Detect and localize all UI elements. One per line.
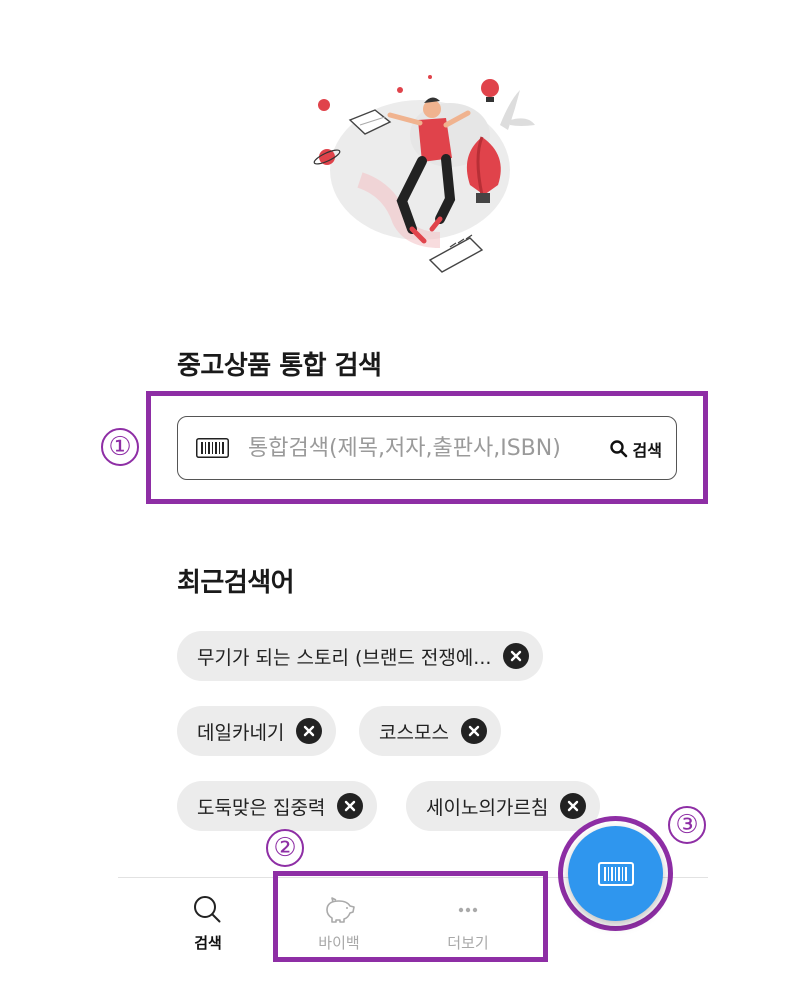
recent-search-chip[interactable]: 코스모스 [359, 706, 501, 756]
annotation-marker-3: ③ [668, 806, 706, 844]
search-section-title: 중고상품 통합 검색 [177, 351, 382, 381]
recent-search-chip[interactable]: 도둑맞은 집중력 [177, 781, 378, 831]
close-icon[interactable] [560, 793, 587, 819]
annotation-box-2 [273, 871, 548, 962]
chip-label: 데일카네기 [197, 721, 285, 744]
hero-illustration [313, 75, 535, 273]
chip-label: 세이노의가르침 [426, 796, 549, 819]
barcode-scan-fab[interactable] [568, 826, 663, 921]
annotation-marker-2: ② [266, 829, 304, 867]
chip-label: 무기가 되는 스토리 (브랜드 전쟁에... [197, 646, 492, 669]
nav-label: 검색 [194, 934, 222, 952]
annotation-marker-1: ① [101, 428, 139, 466]
close-icon[interactable] [503, 643, 530, 669]
chip-label: 도둑맞은 집중력 [197, 796, 326, 819]
close-icon[interactable] [296, 718, 323, 744]
search-icon [194, 896, 221, 923]
annotation-box-1 [146, 391, 708, 504]
close-icon[interactable] [460, 718, 487, 744]
chip-label: 코스모스 [379, 721, 449, 744]
recent-search-chip[interactable]: 무기가 되는 스토리 (브랜드 전쟁에... [177, 631, 544, 681]
recent-searches-title: 최근검색어 [177, 568, 295, 598]
close-icon[interactable] [337, 793, 364, 819]
recent-search-chip[interactable]: 데일카네기 [177, 706, 337, 756]
recent-search-chip[interactable]: 세이노의가르침 [406, 781, 601, 831]
nav-item-search[interactable]: 검색 [168, 890, 248, 953]
barcode-icon [597, 861, 634, 886]
